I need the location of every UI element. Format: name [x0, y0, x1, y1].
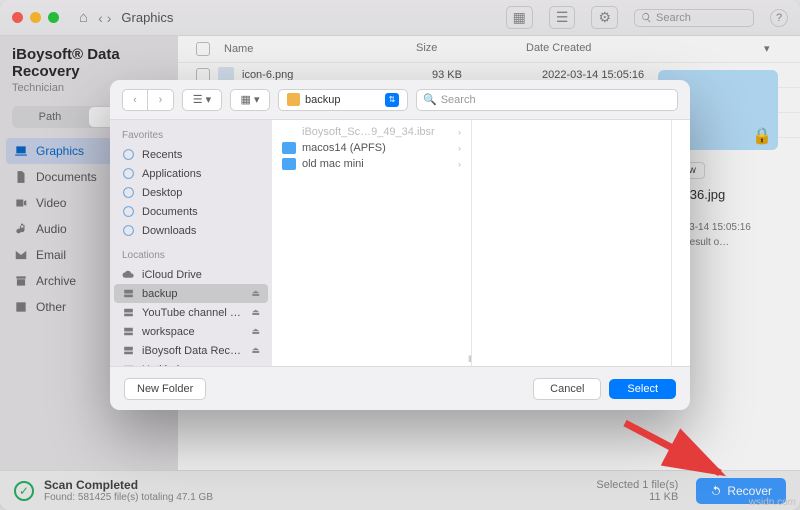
doc-icon — [122, 205, 135, 218]
list-item-label: Applications — [142, 168, 201, 180]
favorite-documents[interactable]: Documents — [110, 202, 272, 221]
folder-icon — [282, 158, 296, 170]
favorite-downloads[interactable]: Downloads — [110, 221, 272, 240]
locations-header: Locations — [110, 246, 272, 265]
folder-icon — [282, 142, 296, 154]
column-resize-handle[interactable]: ‖ — [468, 354, 470, 364]
panel-search-input[interactable]: 🔍 Search — [416, 89, 678, 111]
location-popup[interactable]: backup ⇅ — [278, 89, 408, 111]
chevron-right-icon: › — [458, 143, 461, 153]
column-browser: iBoysoft_Sc…9_49_34.ibsr › macos14 (APFS) ›… — [272, 120, 690, 366]
column-item-label: macos14 (APFS) — [302, 142, 386, 154]
eject-icon[interactable]: ⏏ — [251, 288, 260, 299]
list-item-label: workspace — [142, 326, 195, 338]
chevron-right-icon: › — [458, 127, 461, 137]
cancel-button[interactable]: Cancel — [533, 378, 601, 400]
download-icon — [122, 224, 135, 237]
favorites-header: Favorites — [110, 126, 272, 145]
column-item-label: iBoysoft_Sc…9_49_34.ibsr — [302, 126, 435, 138]
back-button[interactable]: ‹ — [122, 89, 148, 111]
view-mode-columns[interactable]: ☰ ▾ — [182, 89, 222, 111]
location-youtube-channel-ba-[interactable]: YouTube channel ba... ⏏ — [110, 303, 272, 322]
desktop-icon — [122, 186, 135, 199]
search-icon: 🔍 — [423, 93, 437, 106]
location-workspace[interactable]: workspace ⏏ — [110, 322, 272, 341]
save-panel: ‹ › ☰ ▾ ▦ ▾ backup ⇅ 🔍 Search Favorites … — [110, 80, 690, 410]
select-button[interactable]: Select — [609, 379, 676, 399]
favorite-applications[interactable]: Applications — [110, 164, 272, 183]
watermark: wsidn.com — [749, 497, 796, 508]
column-item[interactable]: old mac mini › — [272, 156, 471, 172]
save-panel-sidebar: Favorites Recents Applications Desktop Docu… — [110, 120, 272, 366]
save-panel-toolbar: ‹ › ☰ ▾ ▦ ▾ backup ⇅ 🔍 Search — [110, 80, 690, 120]
eject-icon[interactable]: ⏏ — [251, 345, 260, 356]
column-item-label: old mac mini — [302, 158, 364, 170]
new-folder-button[interactable]: New Folder — [124, 378, 206, 400]
clock-icon — [122, 148, 135, 161]
location-iboysoft-data-reco-[interactable]: iBoysoft Data Reco... ⏏ — [110, 341, 272, 360]
updown-icon: ⇅ — [385, 93, 399, 107]
eject-icon[interactable]: ⏏ — [251, 326, 260, 337]
app-icon — [122, 167, 135, 180]
list-item-label: Recents — [142, 149, 182, 161]
folder-icon — [287, 93, 300, 106]
favorite-recents[interactable]: Recents — [110, 145, 272, 164]
list-item-label: Downloads — [142, 225, 196, 237]
list-item-label: iBoysoft Data Reco... — [142, 345, 244, 357]
chevron-right-icon: › — [458, 159, 461, 169]
column-item[interactable]: macos14 (APFS) › — [272, 140, 471, 156]
list-item-label: Desktop — [142, 187, 182, 199]
list-item-label: Documents — [142, 206, 198, 218]
location-icloud-drive[interactable]: iCloud Drive — [110, 265, 272, 284]
location-label: backup — [305, 94, 340, 106]
location-backup[interactable]: backup ⏏ — [114, 284, 268, 303]
list-item-label: backup — [142, 288, 177, 300]
save-panel-footer: New Folder Cancel Select — [110, 366, 690, 410]
column-item: iBoysoft_Sc…9_49_34.ibsr › — [272, 124, 471, 140]
drive-icon — [122, 344, 135, 357]
view-mode-grid[interactable]: ▦ ▾ — [230, 89, 270, 111]
panel-search-placeholder: Search — [441, 94, 476, 106]
favorite-desktop[interactable]: Desktop — [110, 183, 272, 202]
forward-button[interactable]: › — [148, 89, 174, 111]
drive-icon — [122, 325, 135, 338]
eject-icon[interactable]: ⏏ — [251, 307, 260, 318]
list-item-label: iCloud Drive — [142, 269, 202, 281]
list-item-label: YouTube channel ba... — [142, 307, 244, 319]
cloud-icon — [122, 268, 135, 281]
drive-icon — [122, 287, 135, 300]
drive-icon — [122, 306, 135, 319]
